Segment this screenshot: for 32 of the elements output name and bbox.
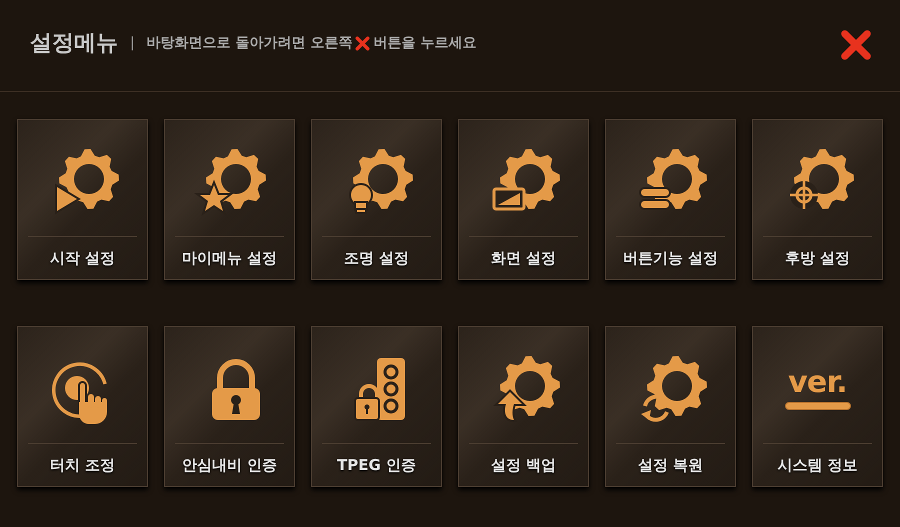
settings-tile[interactable]: 안심내비 인증: [164, 326, 295, 487]
tile-label: 시스템 정보: [777, 454, 858, 476]
settings-tile[interactable]: TPEG 인증: [311, 326, 442, 487]
close-button[interactable]: [840, 28, 872, 60]
tile-label: 후방 설정: [784, 248, 850, 269]
settings-tile[interactable]: 마이메뉴 설정: [164, 119, 295, 280]
settings-tile[interactable]: 시작 설정: [17, 119, 148, 280]
tile-label: 시작 설정: [50, 248, 116, 269]
bar-icon: [784, 402, 850, 410]
settings-tile[interactable]: 터치 조정: [17, 326, 148, 487]
version-text: ver.: [788, 368, 847, 398]
settings-tile[interactable]: 설정 복원: [605, 326, 736, 487]
tile-label: 마이메뉴 설정: [182, 248, 278, 269]
tile-label: 조명 설정: [344, 248, 410, 269]
settings-tile[interactable]: 설정 백업: [458, 326, 589, 487]
menu-title: 설정메뉴: [30, 30, 118, 58]
hint-text-end: 버튼을 누르세요: [373, 34, 476, 53]
settings-tile[interactable]: ver. 시스템 정보: [752, 326, 883, 487]
hint-text: 바탕화면으로 돌아가려면 오른쪽: [146, 34, 352, 53]
tile-label: 설정 백업: [490, 454, 556, 476]
tile-label: 화면 설정: [490, 248, 556, 269]
tile-label: 터치 조정: [50, 454, 116, 476]
settings-tile[interactable]: 화면 설정: [458, 119, 589, 280]
settings-tile[interactable]: 후방 설정: [752, 119, 883, 280]
settings-tile[interactable]: 버튼기능 설정: [605, 119, 736, 280]
tile-label: TPEG 인증: [336, 454, 416, 476]
tile-label: 버튼기능 설정: [622, 248, 718, 269]
tile-label: 설정 복원: [638, 454, 704, 476]
settings-tile[interactable]: 조명 설정: [311, 119, 442, 280]
close-icon: [355, 36, 370, 51]
title-separator: |: [130, 34, 135, 53]
tile-label: 안심내비 인증: [182, 454, 278, 476]
